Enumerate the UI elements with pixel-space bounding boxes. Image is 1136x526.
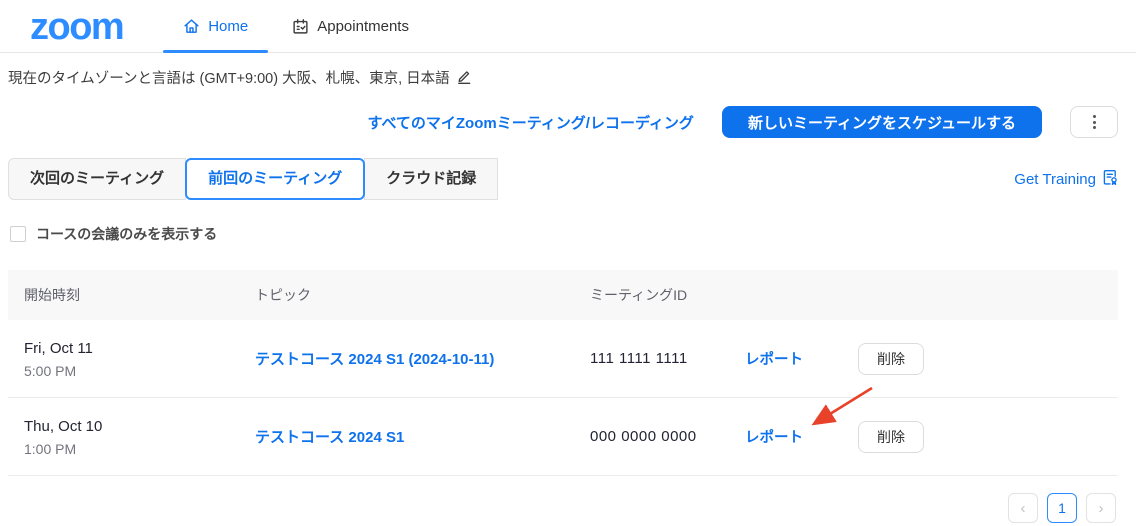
course-only-checkbox[interactable] [10,226,26,242]
meeting-topic-link[interactable]: テストコース 2024 S1 [255,429,404,446]
pagination-prev-button[interactable]: ‹ [1008,493,1038,523]
tab-cloud-recordings[interactable]: クラウド記録 [364,158,498,200]
kebab-icon-dot [1093,121,1096,124]
nav-tab-home-label: Home [208,18,248,35]
nav-tab-appointments[interactable]: Appointments [270,0,431,52]
previous-meetings-table: 開始時刻 トピック ミーティングID Fri, Oct 11 5:00 PM テ… [8,270,1118,476]
column-header-topic: トピック [255,285,590,305]
nav-tab-appointments-label: Appointments [317,18,409,35]
main-content: 現在のタイムゾーンと言語は (GMT+9:00) 大阪、札幌、東京, 日本語 す… [0,67,1136,523]
report-link[interactable]: レポート [745,352,803,368]
start-time-cell: Fri, Oct 11 5:00 PM [8,338,255,379]
column-header-meeting-id: ミーティングID [590,285,745,305]
edit-timezone-icon[interactable] [457,67,471,88]
delete-button[interactable]: 削除 [858,421,924,453]
course-filter-row: コースの会議のみを表示する [8,224,1118,244]
top-navigation-bar: zoom Home Appointments [0,0,1136,53]
tab-previous-meetings[interactable]: 前回のミーティング [185,158,365,200]
table-row: Fri, Oct 11 5:00 PM テストコース 2024 S1 (2024… [8,320,1118,398]
pagination-next-button[interactable]: › [1086,493,1116,523]
meeting-date: Fri, Oct 11 [24,338,255,360]
get-training-label: Get Training [1014,171,1096,188]
table-row: Thu, Oct 10 1:00 PM テストコース 2024 S1 000 0… [8,398,1118,476]
timezone-language-text: 現在のタイムゾーンと言語は (GMT+9:00) 大阪、札幌、東京, 日本語 [8,67,450,88]
get-training-link[interactable]: Get Training [1014,169,1118,190]
pagination: ‹ 1 › [8,493,1118,523]
meeting-id: 111 1111 1111 [590,350,745,367]
tab-upcoming-meetings[interactable]: 次回のミーティング [8,158,186,200]
home-icon [183,18,200,35]
timezone-language-row: 現在のタイムゾーンと言語は (GMT+9:00) 大阪、札幌、東京, 日本語 [8,67,1118,88]
pagination-page-1-button[interactable]: 1 [1047,493,1077,523]
meeting-date: Thu, Oct 10 [24,416,255,438]
column-header-start-time: 開始時刻 [8,285,255,305]
zoom-logo: zoom [30,8,123,46]
all-zoom-meetings-recordings-link[interactable]: すべてのマイZoomミーティング/レコーディング [368,112,694,133]
meeting-id: 000 0000 0000 [590,428,745,445]
course-only-checkbox-label: コースの会議のみを表示する [36,224,217,244]
table-header-row: 開始時刻 トピック ミーティングID [8,270,1118,320]
kebab-icon-dot [1093,126,1096,129]
delete-button[interactable]: 削除 [858,343,924,375]
zoom-lms-page: zoom Home Appointments [0,0,1136,526]
meeting-time: 1:00 PM [24,441,255,457]
report-link[interactable]: レポート [745,430,803,446]
meeting-time: 5:00 PM [24,363,255,379]
schedule-new-meeting-button[interactable]: 新しいミーティングをスケジュールする [722,106,1042,138]
actions-row: すべてのマイZoomミーティング/レコーディング 新しいミーティングをスケジュー… [8,106,1118,138]
start-time-cell: Thu, Oct 10 1:00 PM [8,416,255,457]
training-doc-icon [1102,169,1118,190]
appointments-calendar-icon [292,18,309,35]
meetings-tabs-row: 次回のミーティング 前回のミーティング クラウド記録 Get Training [8,158,1118,200]
more-options-button[interactable] [1070,106,1118,138]
meeting-topic-link[interactable]: テストコース 2024 S1 (2024-10-11) [255,351,494,368]
kebab-icon-dot [1093,115,1096,118]
nav-tab-home[interactable]: Home [161,0,270,52]
